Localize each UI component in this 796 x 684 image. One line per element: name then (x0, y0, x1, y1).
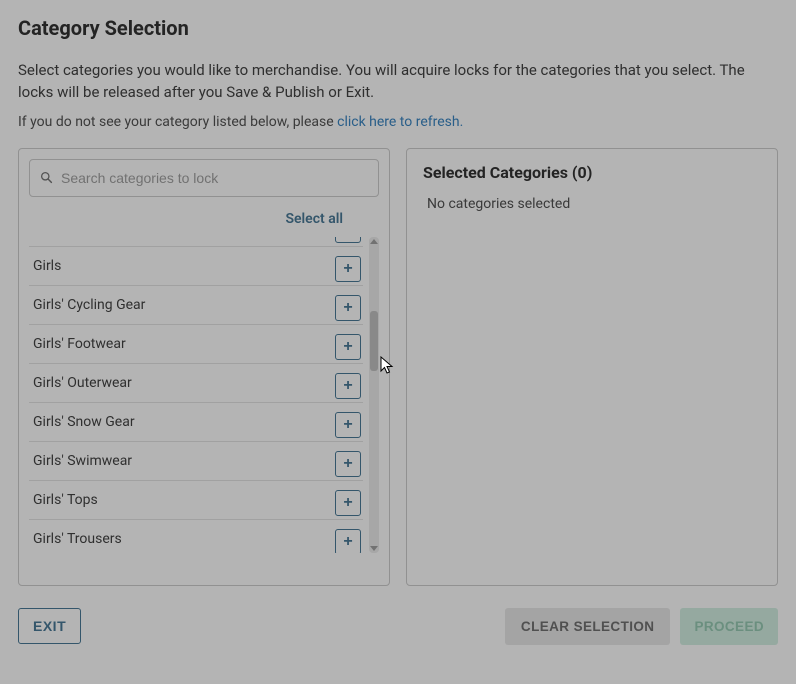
search-field-wrap[interactable] (29, 159, 379, 197)
refresh-link[interactable]: click here to refresh. (337, 114, 463, 130)
add-category-button[interactable]: + (335, 490, 361, 516)
add-category-button[interactable]: + (335, 412, 361, 438)
list-item: Girls' Swimwear + (29, 441, 363, 480)
scroll-up-icon[interactable] (370, 239, 378, 244)
clear-selection-button[interactable]: CLEAR SELECTION (505, 608, 671, 645)
list-item: Girls' Outerwear + (29, 363, 363, 402)
category-label: Girls' Footwear (33, 336, 126, 352)
category-label: Girls' Swimwear (33, 453, 132, 469)
search-input[interactable] (61, 170, 368, 186)
add-category-button[interactable]: + (335, 256, 361, 282)
search-icon (40, 171, 53, 184)
exit-button[interactable]: EXIT (18, 608, 81, 644)
list-item: Girls' Trousers + (29, 519, 363, 553)
add-category-button[interactable]: + (335, 529, 361, 553)
category-label: Girls' Snow Gear (33, 414, 135, 430)
add-category-button[interactable]: + (335, 334, 361, 360)
scrollbar[interactable] (369, 237, 379, 553)
category-list: + Girls + Girls' Cycling Gear + Girls' F… (29, 237, 363, 553)
add-category-button[interactable]: + (335, 451, 361, 477)
select-all-link[interactable]: Select all (285, 211, 343, 227)
scroll-down-icon[interactable] (370, 546, 378, 551)
category-label: Girls' Outerwear (33, 375, 132, 391)
list-item: + (29, 237, 363, 246)
page-title: Category Selection (18, 16, 778, 40)
category-label: Girls (33, 258, 61, 274)
proceed-button: PROCEED (680, 608, 778, 645)
description-text: Select categories you would like to merc… (18, 60, 778, 104)
list-item: Girls + (29, 246, 363, 285)
selected-categories-empty: No categories selected (423, 196, 761, 212)
available-categories-panel: Select all + Girls + (18, 148, 390, 586)
add-category-button[interactable]: + (335, 295, 361, 321)
category-label: Girls' Tops (33, 492, 98, 508)
refresh-line: If you do not see your category listed b… (18, 114, 778, 130)
add-category-button[interactable]: + (335, 237, 361, 243)
list-item: Girls' Cycling Gear + (29, 285, 363, 324)
add-category-button[interactable]: + (335, 373, 361, 399)
selected-categories-panel: Selected Categories (0) No categories se… (406, 148, 778, 586)
list-item: Girls' Snow Gear + (29, 402, 363, 441)
selected-categories-title: Selected Categories (0) (423, 163, 761, 182)
category-label: Girls' Trousers (33, 531, 122, 547)
category-label: Girls' Cycling Gear (33, 297, 145, 313)
scrollbar-thumb[interactable] (370, 311, 378, 371)
list-item: Girls' Footwear + (29, 324, 363, 363)
list-item: Girls' Tops + (29, 480, 363, 519)
refresh-prefix: If you do not see your category listed b… (18, 114, 337, 130)
